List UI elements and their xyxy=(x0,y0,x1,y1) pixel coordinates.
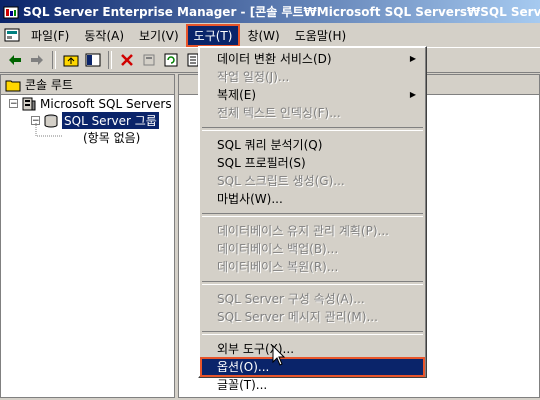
tree-node-empty: (항목 없음) xyxy=(83,129,140,146)
menu-action[interactable]: 동작(A) xyxy=(77,25,131,46)
menu-separator xyxy=(202,127,423,131)
menu-tools[interactable]: 도구(T) xyxy=(185,23,241,47)
menu-item-query-analyzer[interactable]: SQL 쿼리 분석기(Q) xyxy=(201,136,424,154)
tree-connector-line xyxy=(35,123,63,137)
tree-toggle-icon xyxy=(85,53,101,67)
empty-placeholder: (항목 없음) xyxy=(83,131,141,145)
menu-item-profiler[interactable]: SQL 프로필러(S) xyxy=(201,154,424,172)
menu-separator xyxy=(202,213,423,217)
back-arrow-icon xyxy=(9,55,21,65)
menu-item-replication[interactable]: 복제(E) ▶ xyxy=(201,86,424,104)
menu-item-options[interactable]: 옵션(O)... xyxy=(200,357,425,377)
menu-view[interactable]: 보기(V) xyxy=(132,25,186,46)
menu-item-wizards[interactable]: 마법사(W)... xyxy=(201,190,424,208)
tree-header: 콘솔 루트 xyxy=(1,75,174,95)
menu-bar: 파일(F) 동작(A) 보기(V) 도구(T) 창(W) 도움말(H) xyxy=(0,23,540,47)
servers-icon xyxy=(22,97,36,110)
up-level-button[interactable] xyxy=(60,49,82,71)
refresh-icon xyxy=(164,53,178,67)
menu-item-label: SQL 프로필러(S) xyxy=(217,156,306,170)
tools-dropdown-menu: 데이터 변환 서비스(D) ▶ 작업 일정(J)... 복제(E) ▶ 전체 텍스트… xyxy=(198,46,427,392)
menu-window[interactable]: 창(W) xyxy=(240,25,286,46)
menu-item-label: SQL 쿼리 분석기(Q) xyxy=(217,138,323,152)
submenu-arrow-icon: ▶ xyxy=(409,90,416,99)
menu-item-fulltext[interactable]: 전체 텍스트 인덱싱(F)... xyxy=(201,104,424,122)
menu-item-manage-messages[interactable]: SQL Server 메시지 관리(M)... xyxy=(201,308,424,326)
menu-item-external-tools[interactable]: 외부 도구(X)... xyxy=(201,340,424,358)
console-tree-pane[interactable]: 콘솔 루트 − Microsoft SQL Servers − SQL Serv… xyxy=(0,74,175,398)
menu-item-label: 마법사(W)... xyxy=(217,192,283,206)
toolbar-separator xyxy=(52,51,56,69)
menu-separator xyxy=(202,331,423,335)
folder-up-icon xyxy=(63,55,79,67)
menu-separator xyxy=(202,281,423,285)
menu-item-label: 데이터베이스 백업(B)... xyxy=(217,242,339,256)
menu-item-fonts[interactable]: 글꼴(T)... xyxy=(201,376,424,394)
menu-item-label: 옵션(O)... xyxy=(217,360,270,374)
tree-node-label-selected: SQL Server 그룹 xyxy=(61,111,160,130)
console-icon[interactable] xyxy=(4,27,20,43)
menu-item-maintenance-plan[interactable]: 데이터베이스 유지 관리 계획(P)... xyxy=(201,222,424,240)
delete-x-icon xyxy=(121,54,133,66)
menu-item-config-properties[interactable]: SQL Server 구성 속성(A)... xyxy=(201,290,424,308)
menu-item-label: SQL Server 메시지 관리(M)... xyxy=(217,310,378,324)
menu-item-label: 전체 텍스트 인덱싱(F)... xyxy=(217,106,341,120)
menu-item-label: 복제(E) xyxy=(217,88,257,102)
toolbar-separator xyxy=(108,51,112,69)
tree-node-servers[interactable]: − Microsoft SQL Servers xyxy=(9,95,172,112)
properties-button[interactable] xyxy=(138,49,160,71)
menu-item-restore[interactable]: 데이터베이스 복원(R)... xyxy=(201,258,424,276)
menu-item-generate-script[interactable]: SQL 스크립트 생성(G)... xyxy=(201,172,424,190)
menu-item-backup[interactable]: 데이터베이스 백업(B)... xyxy=(201,240,424,258)
menu-file[interactable]: 파일(F) xyxy=(24,25,76,46)
menu-item-dts[interactable]: 데이터 변환 서비스(D) ▶ xyxy=(201,50,424,68)
window-title: SQL Server Enterprise Manager - [콘솔 루트₩M… xyxy=(23,5,540,19)
menu-item-label: 작업 일정(J)... xyxy=(217,70,290,84)
menu-item-label: 데이터베이스 유지 관리 계획(P)... xyxy=(217,224,389,238)
forward-button[interactable] xyxy=(26,49,48,71)
menu-item-label: 데이터베이스 복원(R)... xyxy=(217,260,339,274)
folder-icon xyxy=(5,80,21,91)
delete-button[interactable] xyxy=(116,49,138,71)
menu-item-label: SQL Server 구성 속성(A)... xyxy=(217,292,365,306)
mouse-cursor-icon xyxy=(272,345,286,366)
tree-root-label: 콘솔 루트 xyxy=(25,78,73,92)
menu-help[interactable]: 도움말(H) xyxy=(288,25,354,46)
forward-arrow-icon xyxy=(31,55,43,65)
properties-icon xyxy=(143,54,155,66)
menu-item-label: 데이터 변환 서비스(D) xyxy=(217,52,332,66)
refresh-button[interactable] xyxy=(160,49,182,71)
title-bar[interactable]: SQL Server Enterprise Manager - [콘솔 루트₩M… xyxy=(0,0,540,23)
submenu-arrow-icon: ▶ xyxy=(409,54,416,63)
menu-item-job-schedule[interactable]: 작업 일정(J)... xyxy=(201,68,424,86)
enterprise-manager-icon xyxy=(3,6,19,18)
tree-node-label: Microsoft SQL Servers xyxy=(40,96,172,111)
menu-item-label: 글꼴(T)... xyxy=(217,378,268,392)
collapse-icon[interactable]: − xyxy=(9,99,18,109)
show-tree-button[interactable] xyxy=(82,49,104,71)
menu-item-label: SQL 스크립트 생성(G)... xyxy=(217,174,345,188)
back-button[interactable] xyxy=(4,49,26,71)
